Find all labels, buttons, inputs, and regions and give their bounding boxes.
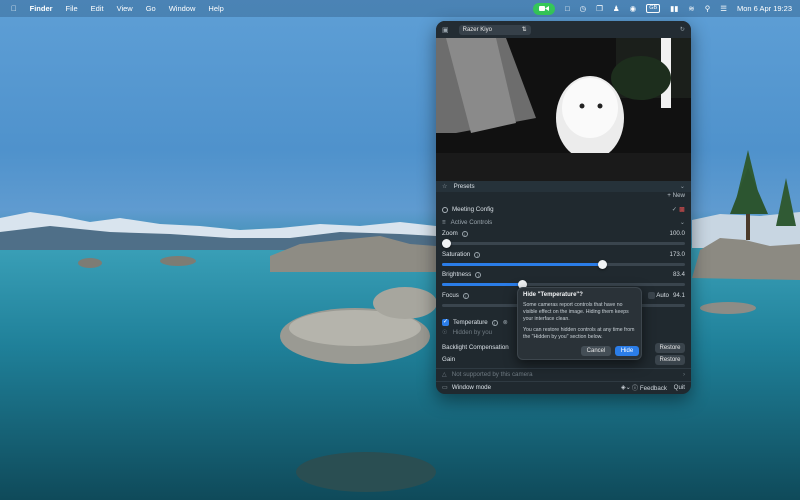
panel-footer: ▭ Window mode ◈⌄ ⓘ Feedback Quit [442,383,685,392]
globe-icon[interactable]: ◈⌄ [621,384,631,391]
not-supported-label: Not supported by this camera [451,371,533,378]
menu-view[interactable]: View [117,4,133,13]
zoom-row: Zoom i 100.0 [442,230,685,237]
zoom-label: Zoom [442,230,458,237]
info-icon[interactable]: i [475,271,482,278]
eye-slash-icon: ☉ [442,329,448,336]
hidden-by-you-label: Hidden by you [452,329,493,336]
menu-app-name[interactable]: Finder [30,4,53,13]
camera-name: Razer Kiyo [462,26,492,33]
info-icon[interactable]: i [462,292,469,299]
wifi-icon[interactable]: ≋ [688,4,694,13]
refresh-icon[interactable]: ↻ [680,26,685,33]
account-icon[interactable]: ◉ [630,4,637,13]
chevron-down-icon: ⌄ [679,219,685,226]
hide-button[interactable]: Hide [615,346,639,356]
temperature-checkbox[interactable]: ✓ [442,319,449,326]
saturation-row: Saturation i 173.0 [442,251,685,258]
info-icon: ⓘ [631,385,640,392]
trash-icon[interactable]: ▩ [679,206,685,213]
menu-window[interactable]: Window [169,4,196,13]
zoom-slider-thumb[interactable] [442,239,452,248]
search-icon[interactable]: ⚲ [705,4,711,13]
new-preset-button[interactable]: + New [667,192,685,199]
info-icon[interactable]: i [461,230,468,237]
checkmark-icon[interactable]: ✓ [672,206,677,213]
chevron-right-icon: › [682,371,685,378]
brightness-slider[interactable] [442,280,685,289]
hide-control-popover: Hide "Temperature"? Some cameras report … [517,287,642,360]
clock[interactable]: Mon 6 Apr 19:23 [737,4,792,13]
preset-name: Meeting Config [452,206,494,213]
menu-go[interactable]: Go [146,4,156,13]
auto-label: Auto [656,292,669,299]
cancel-button[interactable]: Cancel [581,346,611,356]
quit-button[interactable]: Quit [674,384,685,391]
star-icon: ☆ [442,183,448,190]
saturation-slider-fill [442,263,603,266]
control-center-icon[interactable]: ☰ [720,4,727,13]
menu-help[interactable]: Help [208,4,223,13]
brightness-slider-fill [442,283,523,286]
panel-header: ▣ Razer Kiyo ⇅ ↻ [436,21,691,38]
feedback-label: Feedback [639,385,667,392]
temperature-label: Temperature [453,319,488,326]
auto-checkbox[interactable] [648,292,655,299]
restore-backlight-button[interactable]: Restore [655,343,685,353]
saturation-label: Saturation [442,251,471,258]
camera-status-icon[interactable] [533,2,556,15]
popover-title: Hide "Temperature"? [523,292,583,298]
restore-gain-button[interactable]: Restore [655,355,685,365]
hide-control-icon[interactable]: ⊗ [503,319,508,326]
apple-icon[interactable]:  [11,4,17,13]
window-icon: ▭ [442,384,448,391]
brightness-label: Brightness [442,271,472,278]
saturation-slider-thumb[interactable] [597,260,607,269]
backlight-label: Backlight Compensation [442,344,509,351]
chevron-down-icon: ⌄ [679,183,685,190]
chevron-updown-icon: ⇅ [521,27,527,33]
info-icon[interactable]: i [474,251,481,258]
gain-label: Gain [442,356,456,363]
saturation-slider[interactable] [442,260,685,269]
presets-section[interactable]: ☆ Presets ⌄ [436,181,691,192]
user-icon[interactable]: ♟ [613,4,620,13]
battery-icon[interactable]: ▮▮ [670,4,678,13]
warning-icon: △ [442,371,447,378]
zoom-value: 100.0 [669,230,685,237]
presets-label: Presets [453,183,475,190]
camera-selector[interactable]: Razer Kiyo ⇅ [458,24,531,35]
focus-value: 94.1 [672,292,685,299]
camera-app-icon[interactable]: □ [565,4,570,13]
popover-body-1: Some cameras report controls that have n… [523,302,629,322]
radio-icon[interactable] [442,206,448,213]
menu-bar:  Finder File Edit View Go Window Help □… [0,0,800,17]
info-icon[interactable]: i [491,319,498,326]
focus-label: Focus [442,292,459,299]
feedback-link[interactable]: ⓘ Feedback [632,383,667,392]
camera-icon: ▣ [442,26,449,34]
active-controls-label: Active Controls [450,219,493,226]
brightness-value: 83.4 [672,271,685,278]
popover-body-2: You can restore hidden controls at any t… [523,327,635,340]
saturation-value: 173.0 [669,251,685,258]
menu-edit[interactable]: Edit [91,4,104,13]
sliders-icon: ≡ [442,219,446,226]
window-mode-toggle[interactable]: Window mode [452,384,491,391]
windows-icon[interactable]: ❐ [596,4,603,13]
brightness-row: Brightness i 83.4 [442,271,685,278]
not-supported-row[interactable]: △ Not supported by this camera › [442,371,685,378]
zoom-slider[interactable] [442,239,685,248]
preset-item[interactable]: Meeting Config ✓ ▩ [442,206,685,213]
menu-file[interactable]: File [66,4,78,13]
timer-icon[interactable]: ◷ [580,4,587,13]
input-source-badge[interactable]: GB [646,4,661,13]
active-controls-header[interactable]: ≡ Active Controls ⌄ [442,219,685,226]
camera-preview [436,38,691,181]
